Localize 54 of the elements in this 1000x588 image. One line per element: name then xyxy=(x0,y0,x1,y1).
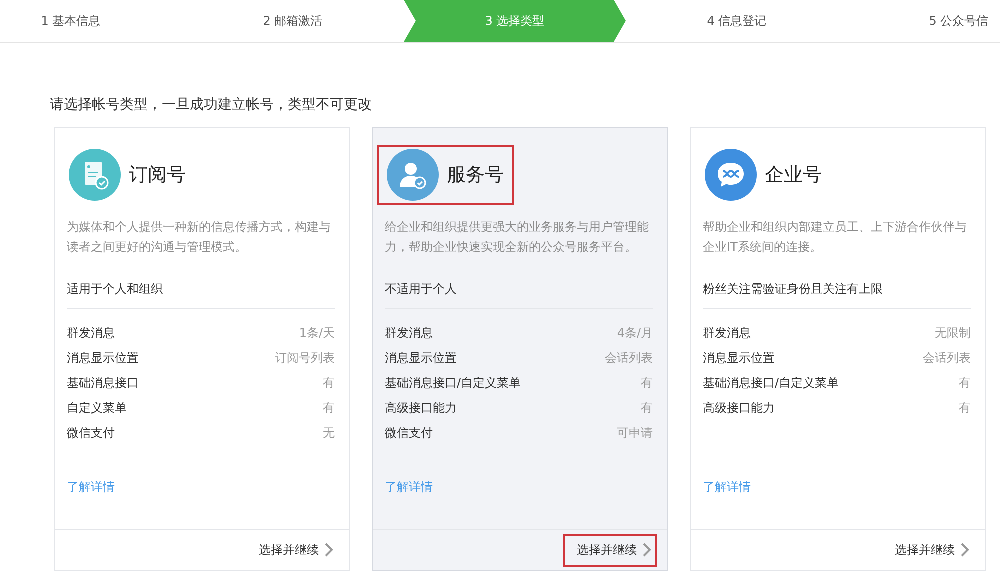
select-continue-button[interactable]: 选择并继续 xyxy=(563,534,657,566)
card-title: 订阅号 xyxy=(129,163,186,188)
feature-name: 基础消息接口 xyxy=(67,375,139,392)
feature-value: 可申请 xyxy=(617,425,653,442)
card-title: 企业号 xyxy=(765,163,822,188)
feature-value: 有 xyxy=(959,400,971,417)
chevron-right-icon xyxy=(643,543,651,557)
feature-value: 会话列表 xyxy=(923,350,971,367)
feature-name: 基础消息接口/自定义菜单 xyxy=(385,375,522,392)
feature-name: 群发消息 xyxy=(67,325,115,342)
select-continue-button[interactable]: 选择并继续 xyxy=(881,534,975,566)
audience-text: 粉丝关注需验证身份且关注有上限 xyxy=(703,281,971,309)
feature-name: 消息显示位置 xyxy=(385,350,457,367)
feature-name: 消息显示位置 xyxy=(67,350,139,367)
person-check-icon xyxy=(387,149,439,201)
chevron-right-icon xyxy=(961,543,969,557)
instruction-text: 请选择帐号类型，一旦成功建立帐号，类型不可更改 xyxy=(50,96,373,115)
feature-value: 无限制 xyxy=(935,325,971,342)
audience-text: 适用于个人和组织 xyxy=(67,281,335,309)
feature-name: 高级接口能力 xyxy=(385,400,457,417)
feature-name: 群发消息 xyxy=(703,325,751,342)
feature-value: 有 xyxy=(641,375,653,392)
feature-value: 1条/天 xyxy=(299,325,335,342)
feature-value: 订阅号列表 xyxy=(275,350,335,367)
feature-value: 无 xyxy=(323,425,335,442)
card-description: 为媒体和个人提供一种新的信息传播方式，构建与读者之间更好的沟通与管理模式。 xyxy=(67,219,332,256)
feature-value: 有 xyxy=(323,375,335,392)
chevron-right-icon xyxy=(325,543,333,557)
step-tab[interactable]: 5 公众号信 xyxy=(848,0,1000,42)
feature-name: 群发消息 xyxy=(385,325,433,342)
card-title: 服务号 xyxy=(447,163,504,188)
step-tab[interactable]: 1 基本信息 xyxy=(0,0,182,42)
step-tab[interactable]: 2 邮箱激活 xyxy=(182,0,404,42)
card-description: 帮助企业和组织内部建立员工、上下游合作伙伴与企业IT系统间的连接。 xyxy=(703,219,968,256)
feature-value: 有 xyxy=(323,400,335,417)
account-type-card[interactable]: 订阅号 为媒体和个人提供一种新的信息传播方式，构建与读者之间更好的沟通与管理模式。 适用于个人和组织 群发消息 1条/天 消息显示位置 订阅号列表 基础消息接口 有 自定义菜单 有 微信支付 无 了解详情 选择并继续 xyxy=(54,127,350,571)
feature-name: 消息显示位置 xyxy=(703,350,775,367)
feature-name: 基础消息接口/自定义菜单 xyxy=(703,375,840,392)
feature-value: 有 xyxy=(959,375,971,392)
step-tab[interactable]: 4 信息登记 xyxy=(626,0,848,42)
account-type-card[interactable]: 服务号 给企业和组织提供更强大的业务服务与用户管理能力，帮助企业快速实现全新的公众号服务平台。 不适用于个人 群发消息 4条/月 消息显示位置 会话列表 基础消息接口/自定义菜单 有 高级接口能力 有 微信支付 可申请 了解详情 选择并继续 xyxy=(372,127,668,571)
feature-name: 高级接口能力 xyxy=(703,400,775,417)
card-description: 给企业和组织提供更强大的业务服务与用户管理能力，帮助企业快速实现全新的公众号服务平台。 xyxy=(385,219,650,256)
feature-name: 微信支付 xyxy=(67,425,115,442)
feature-value: 会话列表 xyxy=(605,350,653,367)
chat-bubble-icon xyxy=(705,149,757,201)
feature-name: 自定义菜单 xyxy=(67,400,127,417)
account-type-card[interactable]: 企业号 帮助企业和组织内部建立员工、上下游合作伙伴与企业IT系统间的连接。 粉丝关注需验证身份且关注有上限 群发消息 无限制 消息显示位置 会话列表 基础消息接口/自定义菜单 有 高级接口能力 有 了解详情 选择并继续 xyxy=(690,127,986,571)
feature-value: 有 xyxy=(641,400,653,417)
select-continue-button[interactable]: 选择并继续 xyxy=(245,534,339,566)
audience-text: 不适用于个人 xyxy=(385,281,653,309)
feature-name: 微信支付 xyxy=(385,425,433,442)
document-check-icon xyxy=(69,149,121,201)
feature-value: 4条/月 xyxy=(617,325,653,342)
